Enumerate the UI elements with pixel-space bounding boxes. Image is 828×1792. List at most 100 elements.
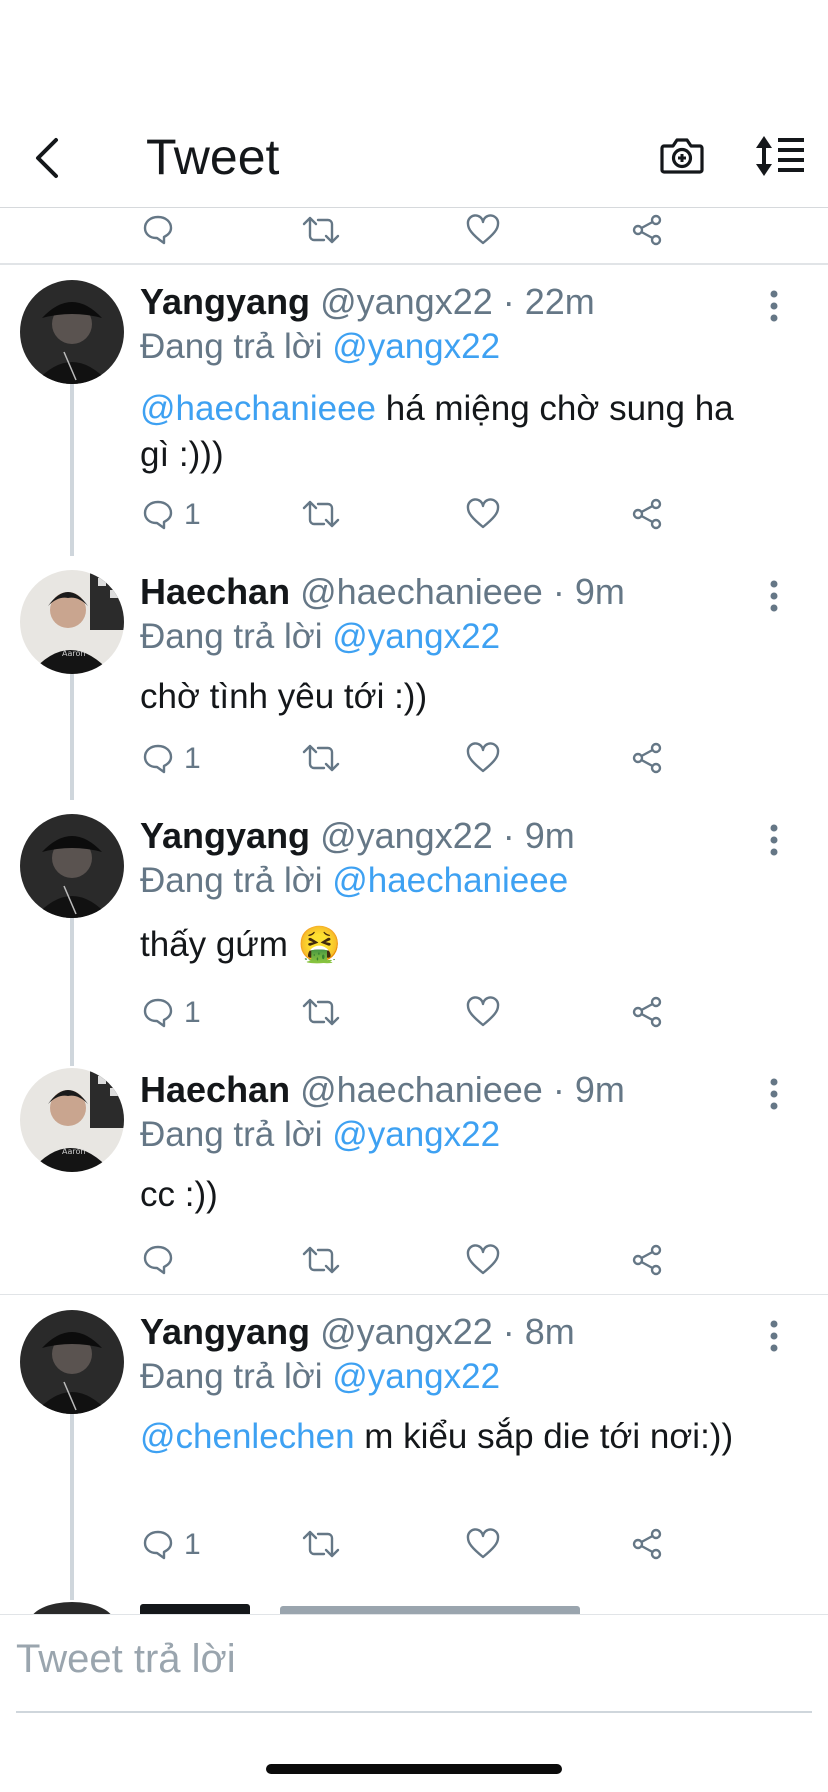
retweet-button[interactable] [302, 996, 340, 1028]
retweet-button[interactable] [302, 498, 340, 530]
replying-to: Đang trả lời @haechanieee [140, 861, 569, 900]
share-icon [632, 498, 662, 530]
more-options-icon[interactable] [760, 1076, 788, 1112]
tweet-header: Haechan @haechanieee · 9m [140, 1068, 625, 1111]
like-button[interactable] [466, 214, 500, 246]
reply-button[interactable]: 1 [142, 742, 201, 776]
avatar[interactable] [20, 280, 124, 384]
sort-icon[interactable] [754, 130, 806, 182]
share-button[interactable] [630, 996, 664, 1028]
share-button[interactable] [630, 1244, 664, 1276]
tweet[interactable]: Yangyang @yangx22 · 9m Đang trả lời @hae… [0, 800, 828, 1054]
handle[interactable]: @haechanieee [300, 571, 543, 612]
more-options-icon[interactable] [760, 288, 788, 324]
reply-to-link[interactable]: @yangx22 [332, 1115, 500, 1154]
display-name[interactable]: Haechan [140, 1069, 290, 1110]
next-tweet-peek [0, 1596, 828, 1614]
like-button[interactable] [466, 996, 500, 1028]
replying-to: Đang trả lời @yangx22 [140, 1115, 501, 1154]
retweet-button[interactable] [302, 214, 340, 246]
display-name[interactable]: Yangyang [140, 815, 310, 856]
retweet-button[interactable] [302, 1244, 340, 1276]
share-icon [632, 214, 662, 246]
retweet-icon [302, 1246, 340, 1274]
reply-icon [143, 998, 173, 1028]
back-arrow-icon[interactable] [28, 134, 68, 182]
display-name[interactable]: Haechan [140, 571, 290, 612]
avatar[interactable] [20, 814, 124, 918]
share-button[interactable] [630, 498, 664, 530]
timestamp: · 9m [502, 815, 575, 856]
heart-icon [466, 742, 500, 773]
share-icon [632, 996, 662, 1028]
retweet-button[interactable] [302, 1528, 340, 1560]
reply-icon [143, 1530, 173, 1560]
reply-button[interactable]: 1 [142, 1528, 201, 1562]
display-name[interactable]: Yangyang [140, 281, 310, 322]
camera-icon[interactable] [658, 132, 706, 180]
reply-count: 1 [184, 996, 201, 1029]
tweet[interactable]: Yangyang @yangx22 · 8m Đang trả lời @yan… [0, 1296, 828, 1596]
reply-to-link[interactable]: @yangx22 [332, 327, 500, 366]
like-button[interactable] [466, 742, 500, 774]
share-button[interactable] [630, 1528, 664, 1560]
retweet-icon [302, 216, 340, 244]
more-options-icon[interactable] [760, 578, 788, 614]
reply-to-link[interactable]: @haechanieee [332, 861, 568, 900]
like-button[interactable] [466, 498, 500, 530]
share-button[interactable] [630, 214, 664, 246]
reply-button[interactable] [142, 1244, 184, 1276]
reply-composer: Tweet trả lời [0, 1614, 828, 1713]
retweet-icon [302, 998, 340, 1026]
tweet-text: thấy gứm 🤮 [140, 925, 342, 964]
reply-count: 1 [184, 1528, 201, 1561]
retweet-button[interactable] [302, 742, 340, 774]
mention-link[interactable]: @chenlechen [140, 1417, 355, 1456]
tweet-actions: 1 [0, 498, 828, 538]
reply-button[interactable]: 1 [142, 996, 201, 1030]
home-indicator[interactable] [266, 1764, 562, 1774]
like-button[interactable] [466, 1528, 500, 1560]
tweet-actions: 1 [0, 1528, 828, 1568]
avatar[interactable] [20, 1310, 124, 1414]
reply-button[interactable] [142, 214, 174, 246]
replying-to: Đang trả lời @yangx22 [140, 617, 501, 656]
heart-icon [466, 498, 500, 529]
input-underline [16, 1711, 812, 1713]
more-options-icon[interactable] [760, 822, 788, 858]
like-button[interactable] [466, 1244, 500, 1276]
tweet[interactable]: Yangyang @yangx22 · 22m Đang trả lời @ya… [0, 266, 828, 556]
timestamp: · 9m [552, 1069, 625, 1110]
heart-icon [466, 214, 500, 245]
reply-to-link[interactable]: @yangx22 [332, 617, 500, 656]
tweet-text: @haechanieee há miệng chờ sung ha gì :))… [140, 389, 734, 474]
handle-fragment [280, 1606, 580, 1614]
tweet-actions: 1 [0, 742, 828, 782]
display-name[interactable]: Yangyang [140, 1311, 310, 1352]
retweet-icon [302, 1530, 340, 1558]
share-button[interactable] [630, 742, 664, 774]
retweet-icon [302, 744, 340, 772]
tweet-header: Haechan @haechanieee · 9m [140, 570, 625, 613]
avatar[interactable]: Aaron [20, 570, 124, 674]
reply-count: 1 [184, 498, 201, 531]
display-name-fragment [140, 1604, 250, 1614]
svg-text:Aaron: Aaron [62, 649, 85, 658]
tweet[interactable]: Aaron Haechan @haechanieee · 9m Đang trả… [0, 556, 828, 800]
reply-input[interactable]: Tweet trả lời [16, 1637, 236, 1682]
mention-link[interactable]: @haechanieee [140, 389, 376, 428]
share-icon [632, 1244, 662, 1276]
heart-icon [466, 996, 500, 1027]
tweet[interactable]: Aaron Haechan @haechanieee · 9m Đang trả… [0, 1054, 828, 1294]
handle[interactable]: @yangx22 [320, 281, 493, 322]
replying-to: Đang trả lời @yangx22 [140, 327, 501, 366]
handle[interactable]: @haechanieee [300, 1069, 543, 1110]
tweet-header: Yangyang @yangx22 · 22m [140, 280, 595, 323]
handle[interactable]: @yangx22 [320, 1311, 493, 1352]
reply-button[interactable]: 1 [142, 498, 201, 532]
handle[interactable]: @yangx22 [320, 815, 493, 856]
reply-to-link[interactable]: @yangx22 [332, 1357, 500, 1396]
avatar[interactable]: Aaron [20, 1068, 124, 1172]
page-title: Tweet [146, 129, 280, 185]
more-options-icon[interactable] [760, 1318, 788, 1354]
